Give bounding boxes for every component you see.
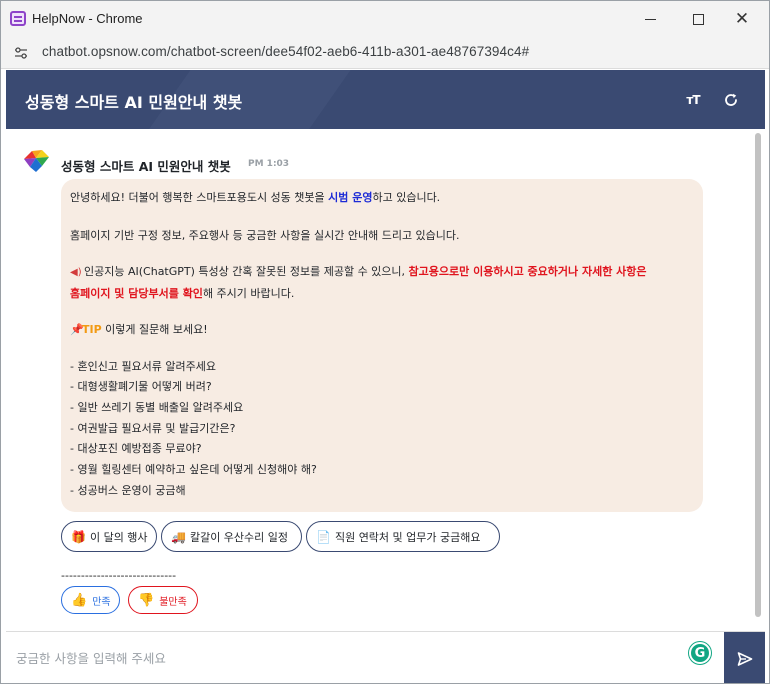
message-timestamp: PM 1:03: [248, 159, 290, 169]
refresh-button[interactable]: [719, 88, 743, 112]
tip-line: 📌TIP 이렇게 질문해 보세요!: [70, 321, 208, 338]
quick-reply-monthly-events[interactable]: 🎁 이 달의 행사: [61, 521, 157, 552]
chat-scrollbar[interactable]: [754, 133, 762, 625]
quick-reply-label: 이 달의 행사: [89, 530, 148, 544]
like-button[interactable]: 👍 만족: [61, 586, 120, 614]
close-icon: ✕: [734, 8, 750, 29]
warning-highlight: 참고용으로만 이용하시고 중요하거나 자세한 사항은: [408, 265, 647, 278]
font-size-icon: тT: [686, 93, 700, 107]
quick-reply-knife-umbrella-repair[interactable]: 🚚 칼갈이 우산수리 일정: [161, 521, 302, 552]
warning-line: ◀) 인공지능 AI(ChatGPT) 특성상 간혹 잘못된 정보를 제공할 수 …: [70, 263, 647, 281]
chatbot-header-title: 성동형 스마트 AI 민원안내 챗봇: [25, 93, 243, 112]
truck-icon: 🚚: [171, 529, 186, 544]
warning-text: 인공지능 AI(ChatGPT) 특성상 간혹 잘못된 정보를 제공할 수 있으…: [84, 265, 409, 278]
minimize-icon: [644, 18, 656, 20]
title-bar: HelpNow - Chrome ✕: [1, 1, 769, 37]
example-question: - 일반 쓰레기 동별 배출일 알려주세요: [70, 401, 244, 414]
message-input-area: G: [6, 631, 765, 683]
speaker-icon: ◀): [70, 267, 82, 278]
helpnow-app-icon: [10, 11, 26, 26]
example-question: - 영월 힐링센터 예약하고 싶은데 어떻게 신청해야 해?: [70, 463, 317, 476]
grammarly-icon[interactable]: G: [689, 642, 711, 664]
browser-window: HelpNow - Chrome ✕ chatbot.opsnow.com/ch…: [0, 0, 770, 684]
window-title: HelpNow - Chrome: [32, 11, 143, 26]
greeting-text: 안녕하세요! 더불어 행복한 스마트포용도시 성동 챗봇을: [70, 191, 329, 204]
site-settings-icon[interactable]: [14, 46, 28, 60]
tip-label: TIP: [82, 323, 102, 336]
thumbs-down-icon: 👎: [138, 592, 155, 608]
example-question: - 혼인신고 필요서류 알려주세요: [70, 360, 217, 373]
thumbs-up-icon: 👍: [71, 592, 88, 608]
maximize-button[interactable]: [675, 1, 721, 37]
intro-line: 홈페이지 기반 구정 정보, 주요행사 등 궁금한 사항을 실시간 안내해 드리…: [70, 229, 460, 242]
bot-avatar-icon: [24, 150, 49, 172]
document-icon: 📄: [316, 529, 331, 544]
font-size-button[interactable]: тT: [681, 88, 705, 112]
example-question: - 성공버스 운영이 궁금해: [70, 484, 186, 497]
example-question: - 대상포진 예방접종 무료야?: [70, 442, 202, 455]
greeting-text-end: 하고 있습니다.: [372, 191, 441, 204]
close-window-button[interactable]: ✕: [719, 1, 765, 37]
quick-reply-label: 직원 연락처 및 업무가 궁금해요: [334, 530, 481, 544]
warning-highlight-2: 홈페이지 및 담당부서를 확인: [70, 287, 203, 300]
url-text[interactable]: chatbot.opsnow.com/chatbot-screen/dee54f…: [42, 44, 529, 59]
message-divider: -----------------------------: [61, 569, 177, 582]
warning-line-2: 홈페이지 및 담당부서를 확인해 주시기 바랍니다.: [70, 285, 294, 302]
chat-area: 성동형 스마트 AI 민원안내 챗봇 PM 1:03 안녕하세요! 더불어 행복…: [6, 129, 765, 631]
like-label: 만족: [92, 596, 111, 608]
minimize-button[interactable]: [627, 1, 673, 37]
bot-message-bubble: 안녕하세요! 더불어 행복한 스마트포용도시 성동 챗봇을 시범 운영하고 있습…: [61, 179, 703, 512]
gift-icon: 🎁: [71, 529, 86, 544]
dislike-label: 불만족: [159, 596, 187, 608]
dislike-button[interactable]: 👎 불만족: [128, 586, 198, 614]
bot-sender-name: 성동형 스마트 AI 민원안내 챗봇: [61, 159, 231, 174]
quick-reply-staff-contacts[interactable]: 📄 직원 연락처 및 업무가 궁금해요: [306, 521, 500, 552]
refresh-icon: [725, 93, 737, 106]
example-question: - 여권발급 필요서류 및 발급기간은?: [70, 422, 236, 435]
greeting-highlight: 시범 운영: [328, 191, 373, 204]
send-icon: [737, 651, 752, 666]
address-bar[interactable]: chatbot.opsnow.com/chatbot-screen/dee54f…: [1, 37, 769, 69]
maximize-icon: [692, 13, 704, 25]
greeting-line: 안녕하세요! 더불어 행복한 스마트포용도시 성동 챗봇을 시범 운영하고 있습…: [70, 189, 440, 206]
pushpin-icon: 📌: [70, 323, 84, 336]
warning-text-end: 해 주시기 바랍니다.: [202, 287, 295, 300]
example-question: - 대형생활폐기물 어떻게 버려?: [70, 380, 212, 393]
message-input[interactable]: [16, 642, 676, 674]
send-button[interactable]: [724, 632, 765, 683]
quick-reply-label: 칼갈이 우산수리 일정: [189, 530, 289, 544]
chatbot-header: 성동형 스마트 AI 민원안내 챗봇 тT: [6, 70, 765, 129]
chat-scrollbar-thumb[interactable]: [755, 133, 761, 617]
tip-text: 이렇게 질문해 보세요!: [101, 323, 208, 336]
